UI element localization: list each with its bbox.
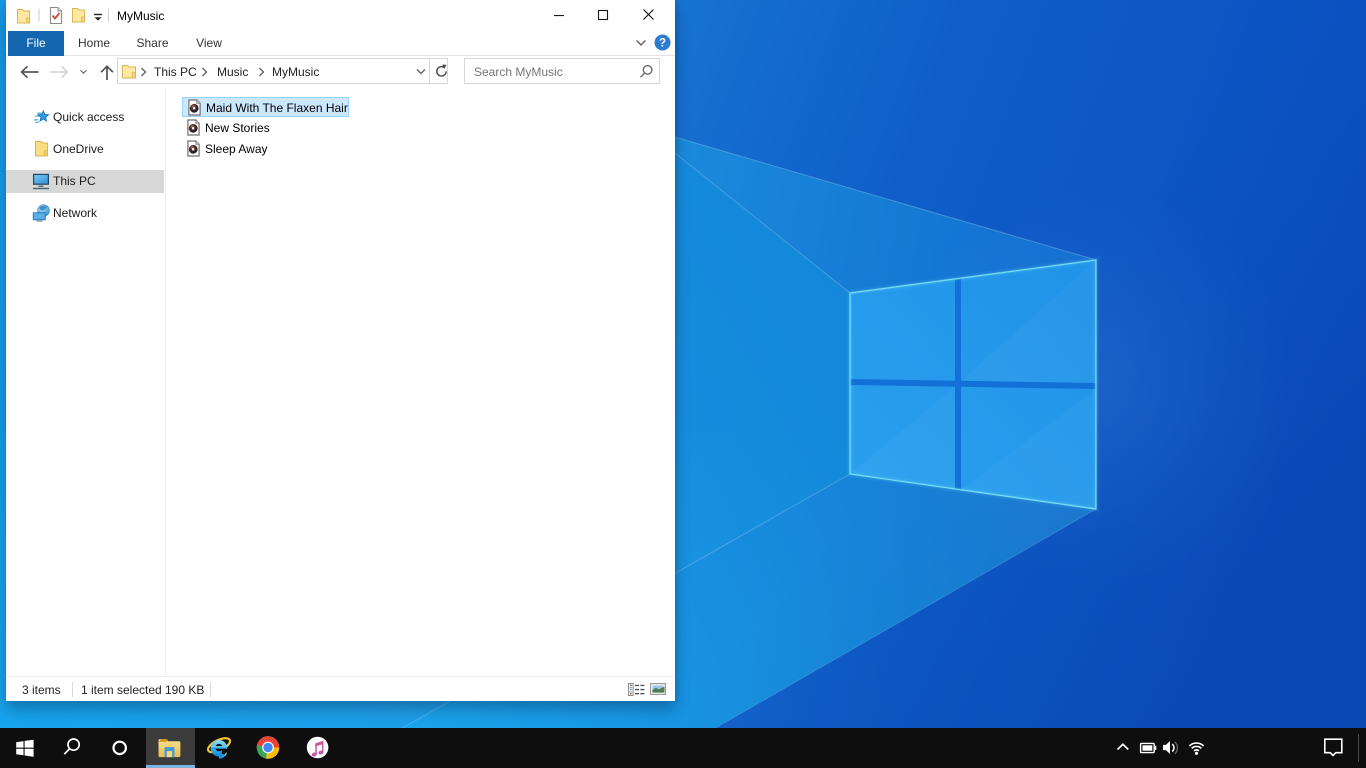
svg-text:?: ? <box>659 38 666 50</box>
